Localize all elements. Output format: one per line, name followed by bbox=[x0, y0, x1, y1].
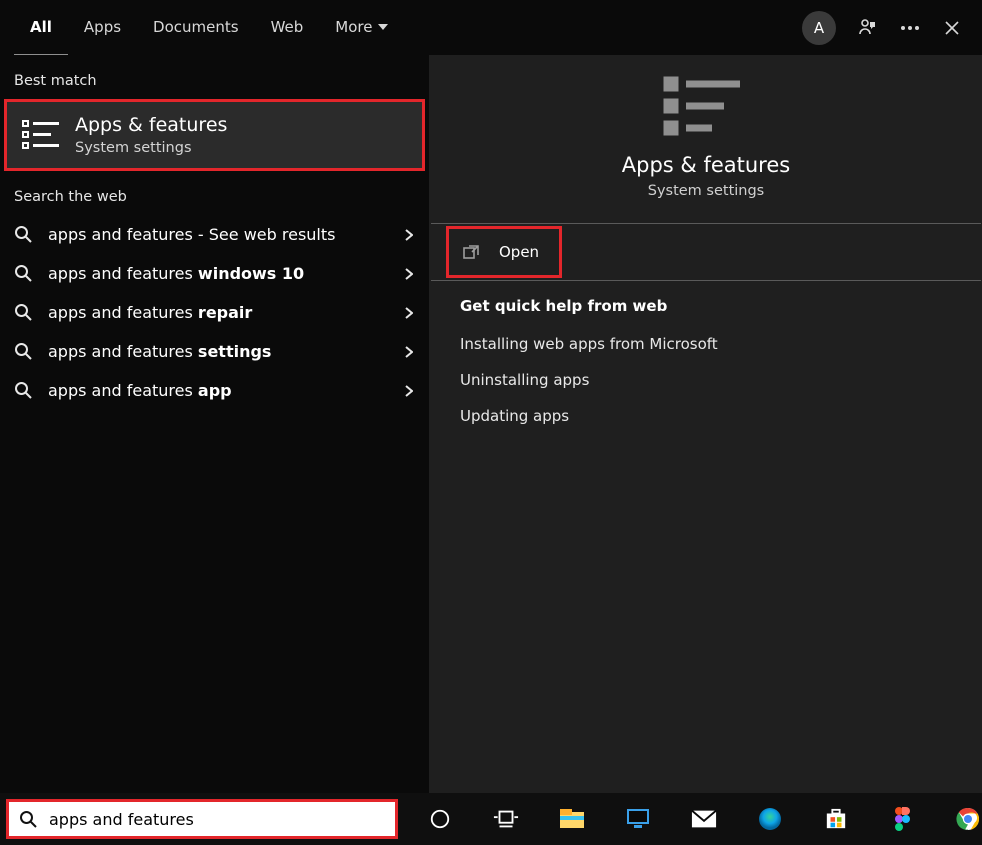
header-tabbar: All Apps Documents Web More A bbox=[0, 0, 982, 55]
cortana-icon[interactable] bbox=[426, 805, 454, 833]
task-view-icon[interactable] bbox=[492, 805, 520, 833]
feedback-icon[interactable] bbox=[858, 18, 878, 38]
quick-help-heading: Get quick help from web bbox=[430, 281, 982, 321]
web-result-label: apps and features - See web results bbox=[48, 225, 389, 244]
tab-web[interactable]: Web bbox=[255, 0, 320, 54]
avatar-letter: A bbox=[814, 19, 824, 37]
web-result-3[interactable]: apps and features settings bbox=[0, 332, 429, 371]
chevron-right-icon bbox=[405, 229, 415, 239]
open-button[interactable]: Open bbox=[446, 226, 562, 278]
edge-icon[interactable] bbox=[756, 805, 784, 833]
chrome-icon[interactable] bbox=[954, 805, 982, 833]
open-icon bbox=[463, 243, 481, 261]
web-result-2[interactable]: apps and features repair bbox=[0, 293, 429, 332]
best-match-subtitle: System settings bbox=[75, 140, 227, 156]
tab-documents[interactable]: Documents bbox=[137, 0, 255, 54]
apps-features-icon bbox=[21, 117, 61, 153]
search-icon bbox=[14, 225, 32, 243]
header-tabs: All Apps Documents Web More bbox=[14, 0, 404, 56]
search-icon bbox=[14, 303, 32, 321]
microsoft-store-icon[interactable] bbox=[822, 805, 850, 833]
settings-app-icon[interactable] bbox=[624, 805, 652, 833]
web-result-label: apps and features windows 10 bbox=[48, 264, 389, 283]
close-icon[interactable] bbox=[942, 18, 962, 38]
preview-subtitle: System settings bbox=[648, 183, 765, 199]
taskbar bbox=[0, 793, 982, 845]
chevron-right-icon bbox=[405, 385, 415, 395]
preview-title: Apps & features bbox=[622, 153, 790, 177]
search-icon bbox=[14, 381, 32, 399]
preview-panel: Apps & features System settings Open Get… bbox=[430, 55, 982, 793]
search-icon bbox=[14, 342, 32, 360]
tab-more[interactable]: More bbox=[319, 0, 404, 54]
tab-all[interactable]: All bbox=[14, 0, 68, 57]
open-label: Open bbox=[499, 243, 539, 261]
best-match-item[interactable]: Apps & features System settings bbox=[4, 99, 425, 171]
web-result-label: apps and features app bbox=[48, 381, 389, 400]
taskbar-searchbox[interactable] bbox=[6, 799, 398, 839]
chevron-right-icon bbox=[405, 307, 415, 317]
search-input[interactable] bbox=[47, 809, 385, 830]
web-result-0[interactable]: apps and features - See web results bbox=[0, 215, 429, 254]
quick-link-1[interactable]: Uninstalling apps bbox=[460, 371, 589, 389]
quick-link-2[interactable]: Updating apps bbox=[460, 407, 569, 425]
search-web-heading: Search the web bbox=[0, 189, 429, 215]
chevron-right-icon bbox=[405, 268, 415, 278]
chevron-right-icon bbox=[405, 346, 415, 356]
apps-features-icon bbox=[662, 73, 750, 141]
file-explorer-icon[interactable] bbox=[558, 805, 586, 833]
preview-hero: Apps & features System settings bbox=[430, 73, 982, 223]
mail-icon[interactable] bbox=[690, 805, 718, 833]
tab-more-label: More bbox=[335, 18, 372, 36]
web-result-label: apps and features settings bbox=[48, 342, 389, 361]
quick-links: Installing web apps from Microsoft Unins… bbox=[430, 331, 982, 425]
search-icon bbox=[14, 264, 32, 282]
tab-apps[interactable]: Apps bbox=[68, 0, 137, 54]
quick-link-0[interactable]: Installing web apps from Microsoft bbox=[460, 335, 718, 353]
chevron-down-icon bbox=[378, 24, 388, 30]
main: Best match Apps & features System settin… bbox=[0, 55, 982, 793]
best-match-heading: Best match bbox=[0, 73, 429, 99]
search-icon bbox=[19, 810, 37, 828]
more-icon[interactable] bbox=[900, 18, 920, 38]
web-result-1[interactable]: apps and features windows 10 bbox=[0, 254, 429, 293]
avatar[interactable]: A bbox=[802, 11, 836, 45]
web-result-4[interactable]: apps and features app bbox=[0, 371, 429, 410]
web-result-label: apps and features repair bbox=[48, 303, 389, 322]
figma-icon[interactable] bbox=[888, 805, 916, 833]
taskbar-icons bbox=[398, 805, 982, 833]
header-right-icons: A bbox=[802, 11, 972, 45]
results-panel: Best match Apps & features System settin… bbox=[0, 55, 430, 793]
best-match-title: Apps & features bbox=[75, 114, 227, 137]
